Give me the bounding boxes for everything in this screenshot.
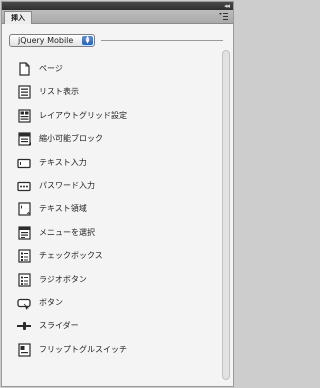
list-item-text-area[interactable]: テキスト領域: [2, 200, 221, 223]
category-select-row: jQuery Mobile ▲ ▼: [9, 34, 223, 48]
item-label: 縮小可能ブロック: [39, 134, 103, 144]
item-label: ページ: [39, 64, 63, 73]
layout-grid-icon: [18, 109, 31, 123]
panel-menu-icon[interactable]: [219, 12, 228, 21]
list-item-text-input[interactable]: テキスト入力: [2, 154, 221, 177]
list-item-checkbox[interactable]: チェックボックス: [2, 247, 221, 270]
item-label: スライダー: [39, 321, 79, 331]
list-item-list-view[interactable]: リスト表示: [2, 83, 221, 106]
item-label: レイアウトグリッド設定: [39, 110, 127, 120]
text-input-icon: [17, 158, 31, 168]
item-label: パスワード入力: [39, 180, 95, 190]
item-label: リスト表示: [39, 87, 79, 97]
list-item-slider[interactable]: スライダー: [2, 317, 221, 340]
list-item-layout-grid[interactable]: レイアウトグリッド設定: [2, 107, 221, 130]
page-icon: [19, 62, 30, 76]
item-label: メニューを選択: [39, 227, 95, 237]
vertical-scrollbar[interactable]: [222, 50, 230, 382]
list-item-radio-button[interactable]: ラジオボタン: [2, 271, 221, 294]
slider-icon: [17, 322, 31, 331]
item-label: テキスト入力: [39, 157, 87, 167]
tab-insert[interactable]: 挿入: [4, 11, 32, 24]
tab-bar: 挿入: [2, 10, 233, 24]
text-area-icon: [18, 202, 31, 216]
list-item-page[interactable]: ページ: [2, 60, 221, 83]
insert-panel: ◂◂ 挿入 jQuery Mobile ▲ ▼ ページ リスト表示 レイアウトグ…: [1, 1, 234, 387]
list-item-password-input[interactable]: パスワード入力: [2, 177, 221, 200]
item-label: ラジオボタン: [39, 274, 87, 284]
insert-item-list: ページ リスト表示 レイアウトグリッド設定 縮小可能ブロック テキスト入力 パス…: [2, 60, 221, 364]
checkbox-icon: [18, 249, 31, 263]
list-view-icon: [18, 85, 31, 99]
flip-toggle-switch-icon: [18, 343, 31, 357]
radio-button-icon: [18, 272, 31, 287]
list-item-collapsible-block[interactable]: 縮小可能ブロック: [2, 130, 221, 153]
scrollbar-thumb[interactable]: [222, 50, 230, 380]
collapse-double-arrow-icon[interactable]: ◂◂: [224, 2, 230, 10]
category-dropdown-value: jQuery Mobile: [18, 36, 74, 45]
list-item-flip-toggle-switch[interactable]: フリップトグルスイッチ: [2, 341, 221, 364]
dropdown-arrows-icon[interactable]: ▲ ▼: [82, 36, 93, 45]
item-label: ボタン: [39, 297, 63, 307]
panel-titlebar[interactable]: ◂◂: [2, 2, 233, 10]
list-item-select-menu[interactable]: メニューを選択: [2, 224, 221, 247]
divider: [101, 40, 223, 41]
collapsible-block-icon: [18, 132, 31, 146]
select-menu-icon: [18, 226, 31, 240]
item-label: テキスト領域: [39, 204, 87, 214]
password-input-icon: [17, 181, 31, 192]
list-item-button[interactable]: ボタン: [2, 294, 221, 317]
panel-content: jQuery Mobile ▲ ▼ ページ リスト表示 レイアウトグリッド設定 …: [2, 24, 233, 386]
button-icon: [17, 298, 31, 310]
item-label: チェックボックス: [39, 251, 103, 261]
item-label: フリップトグルスイッチ: [39, 344, 127, 354]
category-dropdown[interactable]: jQuery Mobile ▲ ▼: [9, 34, 95, 47]
